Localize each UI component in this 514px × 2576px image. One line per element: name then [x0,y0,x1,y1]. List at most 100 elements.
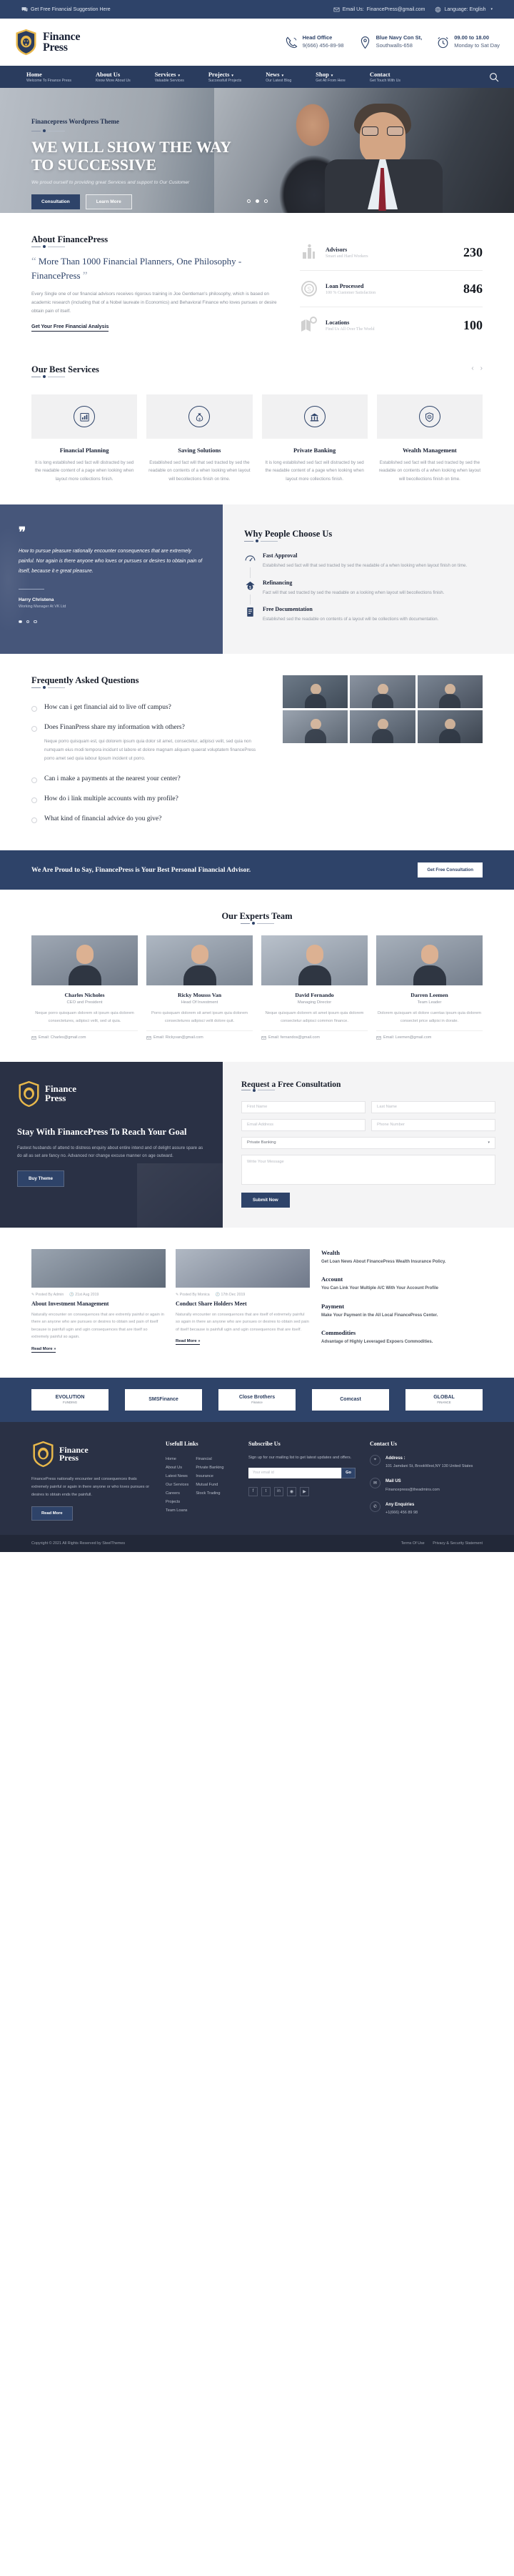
phone-input[interactable]: Phone Number [371,1118,495,1131]
footer-link[interactable]: Latest News [166,1472,188,1481]
chevron-left-icon[interactable]: ‹ [471,364,473,372]
footer-contact-item: ✉ Mail US Financepress@theadmins.com [370,1478,483,1493]
email-input[interactable]: Email Address [241,1118,366,1131]
partner-logo[interactable]: EVOLUTION FUNDING [31,1388,109,1411]
svg-text:$: $ [198,417,201,421]
nav-item-shop[interactable]: Shop ▾ Get All From Here [303,71,358,83]
testimonial-rule [19,588,44,590]
testimonial-dot-2[interactable] [26,620,29,624]
footer-link[interactable]: Mutual Fund [196,1481,223,1489]
brand-line-2: Press [43,41,68,54]
twitter-icon[interactable]: t [261,1486,271,1496]
privacy-statement-link[interactable]: Privacy & Security Statement [433,1541,483,1546]
footer-links-col-1: Home About Us Latest News Our Services Caree… [166,1455,188,1515]
partner-logo[interactable]: Close Brothers Finance [218,1388,296,1411]
faq-question[interactable]: How do i link multiple accounts with my … [31,789,267,809]
nav-item-about-us[interactable]: About Us Know More About Us [84,71,143,83]
footer-link[interactable]: Stock Trading [196,1489,223,1498]
subscribe-email-input[interactable]: Your email id [248,1467,341,1478]
svg-text:$: $ [429,416,430,419]
blog-widget-subtitle: Get Loan News About FinancePress Wealth … [321,1259,446,1264]
free-analysis-link[interactable]: Get Your Free Financial Analysis [31,324,109,332]
terms-of-use-link[interactable]: Terms Of Use [401,1541,425,1546]
blog-post-title[interactable]: About Investment Management [31,1301,166,1307]
blog-posts: ✎ Posted By Admin 🕐 21st Aug 2019 About … [31,1248,310,1356]
email-link[interactable]: Email Us: FinancePress@gmail.com [333,6,425,13]
blog-post-title[interactable]: Conduct Share Holders Meet [176,1301,310,1307]
footer-links: Usefull Links Home About Us Latest News Our… [166,1441,234,1521]
cta-banner: We Are Proud to Say, FinancePress is You… [0,850,514,890]
nav-item-label: Projects ▾ [208,71,233,78]
faq-question[interactable]: How can i get financial aid to live off … [31,697,267,717]
footer-link[interactable]: Projects [166,1498,188,1506]
chevron-down-icon: ▾ [178,74,180,78]
buy-theme-button[interactable]: Buy Theme [17,1170,64,1187]
service-card[interactable]: Financial Planning It is long establishe… [31,394,138,483]
head-office-phone: 9(666) 456-89-98 [302,42,344,49]
message-textarea[interactable]: Write Your Message [241,1154,495,1185]
service-card[interactable]: $ Wealth Management Established sed fact… [376,394,483,483]
team-member-email[interactable]: Email: Leemen@gmail.com [376,1030,483,1040]
hero-dot-2[interactable] [255,199,259,203]
hero-dot-1[interactable] [246,199,251,203]
why-item-description: Fact will that sed tracted by sed the re… [263,590,445,595]
partner-logo[interactable]: Comcast [312,1388,389,1411]
footer-read-more-button[interactable]: Read More [31,1506,73,1521]
team-member-email[interactable]: Email: fernandos@gmail.com [261,1030,368,1040]
get-free-consultation-button[interactable]: Get Free Consultation [418,862,483,878]
partner-logo[interactable]: SMSFinance [125,1388,202,1411]
faq-question[interactable]: What kind of financial advice do you giv… [31,809,267,829]
blog-read-more-link[interactable]: Read More » [31,1347,56,1353]
hero-dot-3[interactable] [263,199,268,203]
subscribe-go-button[interactable]: Go [341,1467,356,1478]
nav-item-services[interactable]: Services ▾ Valuable Services [143,71,196,83]
testimonial-dot-1[interactable] [19,620,22,624]
nav-item-projects[interactable]: Projects ▾ Successfull Projects [196,71,253,83]
testimonial-dots[interactable] [19,620,204,624]
nav-item-sub: Successfull Projects [208,79,242,83]
search-icon[interactable] [488,71,500,83]
first-name-input[interactable]: First Name [241,1100,366,1113]
facebook-icon[interactable]: f [248,1486,258,1496]
footer-link[interactable]: Home [166,1455,188,1463]
youtube-icon[interactable]: ▶ [300,1486,309,1496]
team-member-card: Ricky Mousss Van Head Of Investment Porr… [146,935,253,1040]
logo[interactable]: Finance Press [14,29,80,56]
footer-link[interactable]: Careers [166,1489,188,1498]
team-member-card: Darren Leemen Team Leader Dolorem quisqu… [376,935,483,1040]
testimonial-dot-3[interactable] [34,620,37,624]
theme-brand-line-2: Press [45,1092,66,1103]
footer-logo[interactable]: Finance Press [31,1441,151,1468]
footer-link[interactable]: Our Services [166,1481,188,1489]
footer-link[interactable]: Team Loans [166,1506,188,1515]
faq-question[interactable]: Does FinanPress share my information wit… [31,717,267,737]
language-selector[interactable]: Language: English ▾ [435,6,493,13]
faq-question[interactable]: Can i make a payments at the nearest you… [31,769,267,789]
blog-widget-subtitle: Advantage of Highly Leveraged Expoers Co… [321,1340,433,1345]
footer-link[interactable]: Private Banking [196,1463,223,1472]
footer-link[interactable]: About Us [166,1463,188,1472]
team-member-email[interactable]: Email: Rickyvan@gmail.com [146,1030,253,1040]
service-select[interactable]: Private Banking ▾ [241,1136,495,1149]
service-description: Established sed fact will that sed tract… [148,460,251,482]
submit-now-button[interactable]: Submit Now [241,1192,290,1208]
team-member-email[interactable]: Email: Charles@gmail.com [31,1030,138,1040]
last-name-input[interactable]: Last Name [371,1100,495,1113]
chevron-right-icon[interactable]: › [480,364,483,372]
instagram-icon[interactable]: ◉ [287,1486,296,1496]
blog-read-more-link[interactable]: Read More » [176,1339,201,1346]
hero-slider-dots[interactable] [0,199,514,203]
footer-subscribe-text: Sign up for our mailing list to get late… [248,1455,352,1460]
nav-item-home[interactable]: Home Welcome To Finance Press [14,71,84,83]
linkedin-icon[interactable]: in [274,1486,283,1496]
partner-logo[interactable]: GLOBAL FINANCE [405,1388,483,1411]
footer-link[interactable]: Insurance [196,1472,223,1481]
form-divider [241,1088,495,1092]
nav-item-contact[interactable]: Contact Get Touch With Us [358,71,413,83]
nav-item-news[interactable]: News ▾ Our Latest Blog [253,71,303,83]
service-card[interactable]: Private Banking It is long established s… [261,394,368,483]
service-card[interactable]: $ Saving Solutions Established sed fact … [146,394,253,483]
footer-link[interactable]: Financial [196,1455,223,1463]
free-suggestion-link[interactable]: Get Free Financial Suggestion Here [21,6,111,13]
blog-widget: Payment Make Your Payment in the All Loc… [321,1303,483,1320]
